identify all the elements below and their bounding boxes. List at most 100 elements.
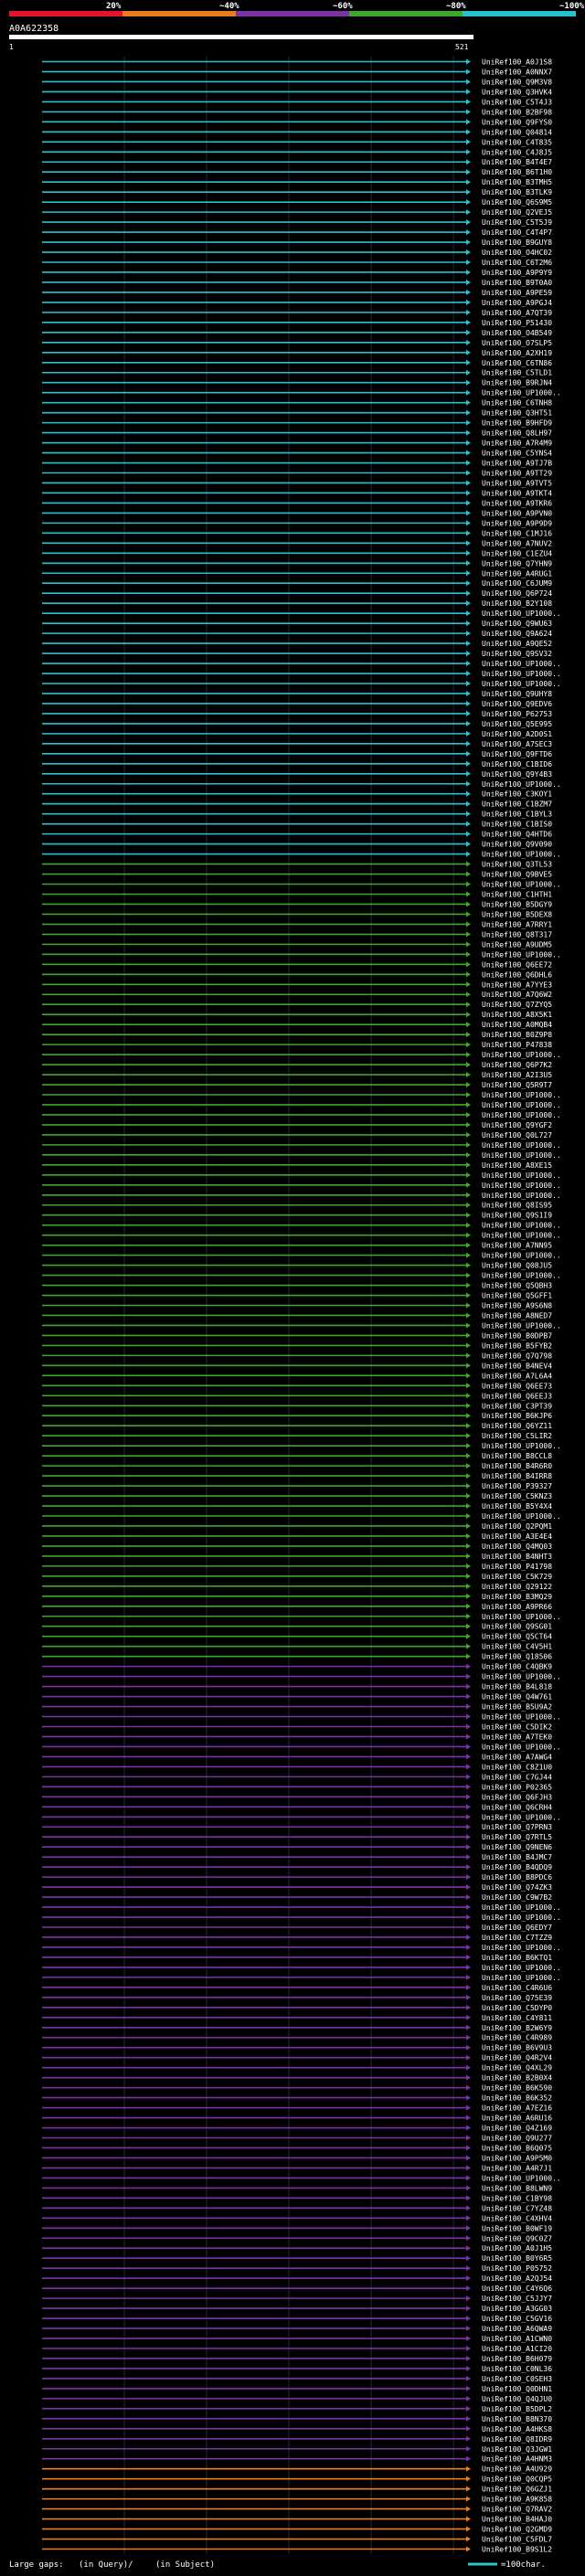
hit-arrow (466, 329, 471, 335)
hit-label: UniRef100_A8X5K1 (482, 1011, 552, 1019)
hit-label: UniRef100_B4JMC7 (482, 1853, 552, 1861)
legend-segment-low (9, 11, 122, 16)
hit-label: UniRef100_UP1000.. (482, 1182, 561, 1190)
hit-arrow (466, 2506, 471, 2512)
hit-arrow (466, 730, 471, 737)
hit-arrow (466, 2044, 471, 2051)
hit-label: UniRef100_Q75E39 (482, 1994, 552, 2002)
hit-arrow (466, 2135, 471, 2141)
hit-arrow (466, 831, 471, 837)
hit-arrow (466, 2034, 471, 2041)
hit-arrow (466, 1342, 471, 1349)
hit-arrow (466, 2355, 471, 2361)
hit-label: UniRef100_Q8IDR9 (482, 2435, 552, 2443)
hit-label: UniRef100_Q9UHY8 (482, 690, 552, 698)
hit-label: UniRef100_UP1000.. (482, 389, 561, 398)
hit-label: UniRef100_Q6EEJ3 (482, 1392, 552, 1400)
hit-label: UniRef100_B9S1L2 (482, 2546, 552, 2554)
hit-arrow (466, 1894, 471, 1901)
hit-label: UniRef100_A9PE59 (482, 289, 552, 297)
hit-label: UniRef100_Q6P724 (482, 589, 552, 598)
hit-arrow (466, 770, 471, 777)
footer-query-gap-label: (in Query)/ (79, 2560, 133, 2570)
scale-label: ~80% (446, 2, 466, 11)
hit-label: UniRef100_Q2GMD9 (482, 2526, 552, 2534)
hit-arrow (466, 1413, 471, 1419)
hit-label: UniRef100_B0DPB7 (482, 1331, 552, 1340)
hit-label: UniRef100_A9P5M0 (482, 2154, 552, 2162)
hit-arrow (466, 2185, 471, 2191)
hit-arrow (466, 500, 471, 506)
hit-label: UniRef100_A7SEC3 (482, 740, 552, 748)
hit-arrow (466, 2004, 471, 2010)
hit-label: UniRef100_P51430 (482, 319, 552, 327)
hit-label: UniRef100_UP1000.. (482, 1903, 561, 1912)
hit-label: UniRef100_B5Y4X4 (482, 1502, 552, 1511)
hit-label: UniRef100_C5T5J9 (482, 218, 552, 227)
hit-arrow (466, 1733, 471, 1740)
hit-label: UniRef100_B4QDQ9 (482, 1863, 552, 1871)
hit-arrow (466, 1854, 471, 1860)
hit-arrow (466, 2415, 471, 2422)
hit-label: UniRef100_C1EZU4 (482, 549, 552, 557)
hit-label: UniRef100_B5U9A2 (482, 1703, 552, 1712)
hit-arrow (466, 760, 471, 767)
hit-arrow (466, 620, 471, 627)
hit-label: UniRef100_B8LWN9 (482, 2184, 552, 2192)
hit-arrow (466, 1744, 471, 1750)
hit-label: UniRef100_UP1000.. (482, 610, 561, 618)
hit-arrow (466, 2336, 471, 2342)
hit-arrow (466, 1542, 471, 1549)
hit-arrow (466, 1934, 471, 1940)
hit-arrow (466, 229, 471, 236)
hit-label: UniRef100_C4J8J5 (482, 148, 552, 156)
hit-arrow (466, 1633, 471, 1639)
hit-arrow (466, 2425, 471, 2432)
hit-label: UniRef100_UP1000.. (482, 1813, 561, 1821)
hit-label: UniRef100_B9T0A0 (482, 279, 552, 287)
hit-label: UniRef100_UP1000.. (482, 1091, 561, 1099)
hit-arrow (466, 1131, 471, 1138)
hit-arrow (466, 540, 471, 546)
hit-label: UniRef100_UP1000.. (482, 780, 561, 789)
hit-label: UniRef100_B5DGY9 (482, 900, 552, 908)
hit-label: UniRef100_UP1000.. (482, 1272, 561, 1280)
hit-label: UniRef100_UP1000.. (482, 1151, 561, 1160)
identity-scale-labels: 20% ~40% ~60% ~80% ~100% (106, 2, 585, 11)
hit-label: UniRef100_C4R6U6 (482, 1984, 552, 1992)
hit-arrow (466, 1082, 471, 1088)
hit-label: UniRef100_Q4Z169 (482, 2125, 552, 2133)
hit-label: UniRef100_Q9SG01 (482, 1623, 552, 1631)
hit-arrow (466, 780, 471, 787)
hit-arrow (466, 1904, 471, 1911)
hit-label: UniRef100_C5K729 (482, 1573, 552, 1581)
hit-arrow (466, 651, 471, 657)
hit-label: UniRef100_C6TNH8 (482, 399, 552, 408)
hit-arrow (466, 239, 471, 246)
query-end-label: 521 (455, 43, 469, 51)
hit-arrow (466, 2104, 471, 2111)
hit-label: UniRef100_C5JJY7 (482, 2295, 552, 2303)
hit-arrow (466, 409, 471, 416)
hit-label: UniRef100_A7Q6W2 (482, 991, 552, 999)
hit-label: UniRef100_C5FDL7 (482, 2536, 552, 2544)
hit-label: UniRef100_C1MJ16 (482, 529, 552, 537)
hit-arrow (466, 2306, 471, 2312)
hit-label: UniRef100_Q29122 (482, 1583, 552, 1591)
query-start-label: 1 (9, 43, 14, 51)
hit-arrow (466, 911, 471, 917)
hit-label: UniRef100_A9UDM5 (482, 940, 552, 949)
hit-label: UniRef100_Q2VEJ5 (482, 208, 552, 217)
hit-arrow (466, 2115, 471, 2121)
hit-arrow (466, 520, 471, 526)
hit-arrow (466, 1643, 471, 1649)
hit-label: UniRef100_B5DPL2 (482, 2405, 552, 2413)
hit-label: UniRef100_UP1000.. (482, 881, 561, 889)
hit-label: UniRef100_C4XHV4 (482, 2214, 552, 2222)
hit-arrow (466, 2465, 471, 2472)
hit-arrow (466, 811, 471, 817)
hit-label: UniRef100_Q9SV32 (482, 650, 552, 658)
hit-arrow (466, 490, 471, 496)
hit-arrow (466, 2074, 471, 2081)
hit-arrow (466, 1874, 471, 1881)
